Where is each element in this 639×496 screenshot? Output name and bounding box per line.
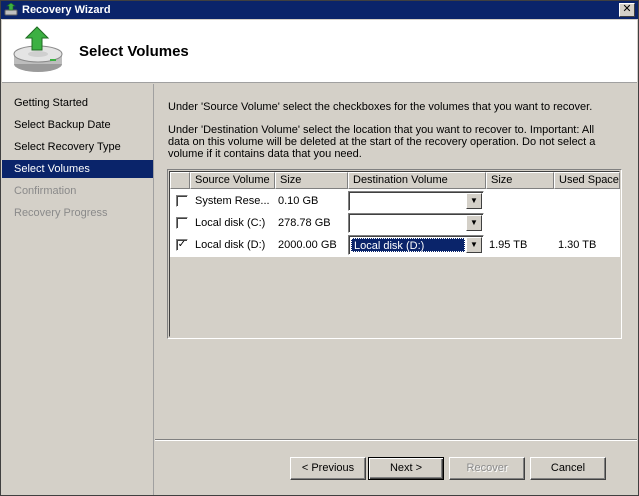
wizard-steps: Getting Started Select Backup Date Selec… (2, 84, 154, 495)
step-getting-started[interactable]: Getting Started (2, 94, 153, 112)
step-select-recovery-type[interactable]: Select Recovery Type (2, 138, 153, 156)
previous-button[interactable]: < Previous (290, 457, 366, 480)
source-volume-cell: System Rese... (195, 195, 270, 207)
size-cell: 0.10 GB (278, 195, 319, 207)
step-select-backup-date[interactable]: Select Backup Date (2, 116, 153, 134)
instruction-destination-line2: data on this volume will be deleted at t… (168, 136, 596, 148)
destination-volume-select[interactable]: Local disk (D:) ▼ (348, 235, 484, 255)
row-checkbox[interactable]: ✓ (176, 239, 188, 251)
chevron-down-icon[interactable]: ▼ (466, 193, 482, 209)
destination-volume-select[interactable]: ▼ (348, 213, 484, 233)
instruction-source: Under 'Source Volume' select the checkbo… (168, 101, 593, 113)
volumes-table-body: System Rese... 0.10 GB ▼ Local disk (C:)… (170, 189, 620, 257)
destination-value (351, 194, 355, 208)
used-space-cell: 1.30 TB (558, 239, 597, 251)
step-confirmation: Confirmation (14, 185, 77, 197)
next-button[interactable]: Next > (368, 457, 444, 480)
recovery-wizard-icon (4, 3, 18, 16)
source-volume-cell: Local disk (C:) (195, 217, 266, 229)
disk-restore-icon (13, 26, 63, 72)
dest-size-cell: 1.95 TB (489, 239, 528, 251)
chevron-down-icon[interactable]: ▼ (466, 215, 482, 231)
window-title: Recovery Wizard (22, 4, 111, 16)
column-header-used-space[interactable]: Used Space (554, 172, 620, 189)
title-bar[interactable]: Recovery Wizard ✕ (1, 1, 638, 19)
source-volume-cell: Local disk (D:) (195, 239, 266, 251)
destination-value: Local disk (D:) (351, 238, 465, 252)
volumes-table-frame: Source Volume Size Destination Volume Si… (169, 171, 620, 337)
column-header-size[interactable]: Size (275, 172, 348, 189)
footer-divider (155, 439, 637, 441)
wizard-header: Select Volumes (2, 20, 637, 83)
instruction-destination-line1: Under 'Destination Volume' select the lo… (168, 124, 595, 136)
cancel-button[interactable]: Cancel (530, 457, 606, 480)
instruction-destination-line3: volume if it contains data that you need… (168, 148, 362, 160)
table-row[interactable]: System Rese... 0.10 GB ▼ (170, 190, 620, 212)
close-button[interactable]: ✕ (619, 3, 635, 17)
page-title: Select Volumes (79, 43, 189, 60)
table-row[interactable]: ✓ Local disk (D:) 2000.00 GB Local disk … (170, 234, 620, 256)
row-checkbox[interactable] (176, 195, 188, 207)
check-icon: ✓ (177, 239, 187, 250)
destination-volume-select[interactable]: ▼ (348, 191, 484, 211)
volumes-table: Source Volume Size Destination Volume Si… (167, 169, 622, 339)
recover-button: Recover (449, 457, 525, 480)
destination-value (351, 216, 355, 230)
table-row[interactable]: Local disk (C:) 278.78 GB ▼ (170, 212, 620, 234)
column-header-destination-volume[interactable]: Destination Volume (348, 172, 486, 189)
chevron-down-icon[interactable]: ▼ (466, 237, 482, 253)
column-header-check[interactable] (170, 172, 190, 189)
recovery-wizard-window: Recovery Wizard ✕ Select Volumes Getting… (0, 0, 639, 496)
step-select-volumes[interactable]: Select Volumes (2, 160, 153, 178)
column-header-source-volume[interactable]: Source Volume (190, 172, 275, 189)
size-cell: 2000.00 GB (278, 239, 337, 251)
close-icon: ✕ (622, 3, 632, 15)
column-header-dest-size[interactable]: Size (486, 172, 554, 189)
step-recovery-progress: Recovery Progress (14, 207, 108, 219)
row-checkbox[interactable] (176, 217, 188, 229)
size-cell: 278.78 GB (278, 217, 331, 229)
